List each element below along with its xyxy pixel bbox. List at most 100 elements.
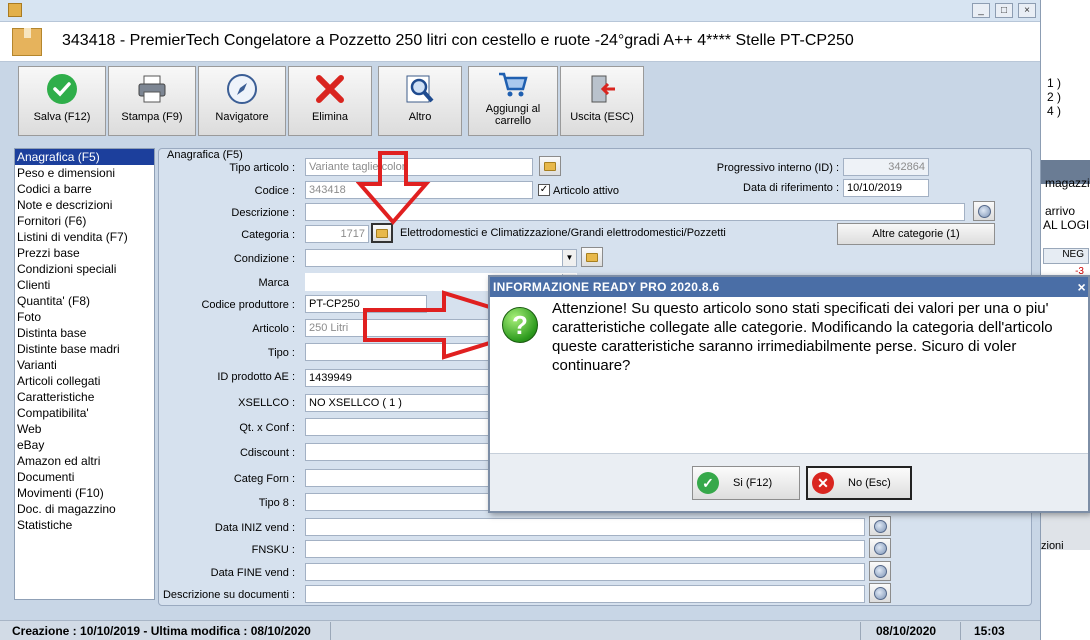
sidebar-item-compatibilita[interactable]: Compatibilita': [15, 405, 154, 421]
categoria-id-field[interactable]: 1717: [305, 225, 369, 243]
dialog-title-bar: INFORMAZIONE READY PRO 2020.8.6 ×: [490, 277, 1088, 297]
sidebar-item-quantita[interactable]: Quantita' (F8): [15, 293, 154, 309]
sidebar-item-distinte-madri[interactable]: Distinte base madri: [15, 341, 154, 357]
yes-label: Si (F12): [733, 477, 773, 489]
sidebar-item-foto[interactable]: Foto: [15, 309, 154, 325]
bg-bottom-text: zioni: [1041, 540, 1064, 552]
sidebar-item-fornitori[interactable]: Fornitori (F6): [15, 213, 154, 229]
tipo8-field[interactable]: [305, 493, 491, 511]
chevron-down-icon[interactable]: ▼: [562, 250, 576, 266]
navigator-label: Navigatore: [215, 111, 269, 123]
condizione-browse-button[interactable]: [581, 247, 603, 267]
fnsku-translate-button[interactable]: [869, 538, 891, 558]
desc-documenti-translate-button[interactable]: [869, 583, 891, 603]
categoria-path: Elettrodomestici e Climatizzazione/Grand…: [400, 227, 726, 239]
globe-icon: [873, 541, 887, 555]
condizione-label: Condizione :: [233, 253, 295, 265]
globe-icon: [977, 204, 991, 218]
sidebar-item-varianti[interactable]: Varianti: [15, 357, 154, 373]
sidebar-item-caratteristiche[interactable]: Caratteristiche: [15, 389, 154, 405]
sidebar-item-articoli-collegati[interactable]: Articoli collegati: [15, 373, 154, 389]
data-fine-translate-button[interactable]: [869, 561, 891, 581]
desc-documenti-field[interactable]: [305, 585, 865, 603]
page-title: 343418 - PremierTech Congelatore a Pozze…: [62, 32, 854, 49]
categ-forn-field[interactable]: [305, 469, 491, 487]
globe-icon: [873, 564, 887, 578]
yes-button[interactable]: ✓ Si (F12): [692, 466, 800, 500]
progressivo-field[interactable]: 342864: [843, 158, 929, 176]
navigator-button[interactable]: Navigatore: [198, 66, 286, 136]
other-button[interactable]: Altro: [378, 66, 462, 136]
no-label: No (Esc): [848, 477, 891, 489]
folder-icon: [544, 161, 556, 171]
sidebar-item-web[interactable]: Web: [15, 421, 154, 437]
cdiscount-label: Cdiscount :: [239, 447, 295, 459]
sidebar-item-listini[interactable]: Listini di vendita (F7): [15, 229, 154, 245]
save-button[interactable]: Salva (F12): [18, 66, 106, 136]
sidebar-item-condizioni[interactable]: Condizioni speciali: [15, 261, 154, 277]
sidebar: Anagrafica (F5) Peso e dimensioni Codici…: [14, 148, 155, 600]
exit-door-icon: [561, 67, 643, 111]
cancel-x-icon: ✕: [812, 472, 834, 494]
xsellco-field[interactable]: NO XSELLCO ( 1 ): [305, 394, 491, 412]
sidebar-item-peso[interactable]: Peso e dimensioni: [15, 165, 154, 181]
add-to-cart-button[interactable]: Aggiungi al carrello: [468, 66, 558, 136]
globe-icon: [873, 586, 887, 600]
sidebar-item-codici-barre[interactable]: Codici a barre: [15, 181, 154, 197]
progressivo-label: Progressivo interno (ID) :: [716, 162, 839, 174]
sidebar-item-note[interactable]: Note e descrizioni: [15, 197, 154, 213]
app-icon: [8, 3, 22, 17]
data-riferimento-field[interactable]: 10/10/2019: [843, 179, 929, 197]
marca-label: Marca: [258, 277, 289, 289]
magnifier-icon: [379, 67, 461, 111]
sidebar-item-amazon[interactable]: Amazon ed altri: [15, 453, 154, 469]
altre-categorie-button[interactable]: Altre categorie (1): [837, 223, 995, 245]
sidebar-item-anagrafica[interactable]: Anagrafica (F5): [15, 149, 154, 165]
sidebar-item-ebay[interactable]: eBay: [15, 437, 154, 453]
id-prodotto-ae-field[interactable]: 1439949: [305, 369, 491, 387]
dialog-close-icon[interactable]: ×: [1078, 277, 1086, 297]
exit-button[interactable]: Uscita (ESC): [560, 66, 644, 136]
qt-conf-label: Qt. x Conf :: [239, 422, 295, 434]
sidebar-item-documenti[interactable]: Documenti: [15, 469, 154, 485]
categ-forn-label: Categ Forn :: [233, 473, 295, 485]
delete-button[interactable]: Elimina: [288, 66, 372, 136]
print-label: Stampa (F9): [121, 111, 183, 123]
status-created-modified: Creazione : 10/10/2019 - Ultima modifica…: [12, 624, 311, 638]
data-fine-label: Data FINE vend :: [210, 567, 295, 579]
categoria-browse-button[interactable]: [371, 223, 393, 243]
codice-label: Codice :: [254, 185, 295, 197]
bg-line-1: 1 ): [1047, 76, 1062, 90]
tipo8-label: Tipo 8 :: [258, 497, 295, 509]
sidebar-item-doc-magazzino[interactable]: Doc. di magazzino: [15, 501, 154, 517]
cdiscount-field[interactable]: [305, 443, 491, 461]
sidebar-item-distinta-base[interactable]: Distinta base: [15, 325, 154, 341]
sidebar-item-prezzi-base[interactable]: Prezzi base: [15, 245, 154, 261]
panel-title: Anagrafica (F5): [167, 149, 243, 161]
qt-conf-field[interactable]: [305, 418, 491, 436]
close-button[interactable]: ×: [1018, 3, 1036, 18]
print-button[interactable]: Stampa (F9): [108, 66, 196, 136]
bg-text-2: arrivo: [1045, 204, 1076, 218]
articolo-attivo-checkbox[interactable]: ✓: [538, 184, 550, 196]
condizione-select[interactable]: [305, 249, 577, 267]
descrizione-translate-button[interactable]: [973, 201, 995, 221]
tipo-label: Tipo :: [267, 347, 295, 359]
dialog-title: INFORMAZIONE READY PRO 2020.8.6: [493, 280, 720, 294]
sidebar-item-statistiche[interactable]: Statistiche: [15, 517, 154, 533]
dialog-footer: ✓ Si (F12) ✕ No (Esc): [490, 453, 1088, 511]
compass-icon: [199, 67, 285, 111]
data-iniz-translate-button[interactable]: [869, 516, 891, 536]
confirmation-dialog: INFORMAZIONE READY PRO 2020.8.6 × ? Atte…: [488, 275, 1090, 513]
minimize-button[interactable]: _: [972, 3, 990, 18]
data-iniz-field[interactable]: [305, 518, 865, 536]
fnsku-field[interactable]: [305, 540, 865, 558]
no-button[interactable]: ✕ No (Esc): [806, 466, 912, 500]
sidebar-item-movimenti[interactable]: Movimenti (F10): [15, 485, 154, 501]
data-fine-field[interactable]: [305, 563, 865, 581]
descrizione-label: Descrizione :: [231, 207, 295, 219]
cart-icon: [469, 67, 557, 103]
toolbar: Salva (F12) Stampa (F9) Navigatore Elimi…: [16, 66, 1036, 136]
tipo-articolo-browse-button[interactable]: [539, 156, 561, 176]
maximize-button[interactable]: □: [995, 3, 1013, 18]
